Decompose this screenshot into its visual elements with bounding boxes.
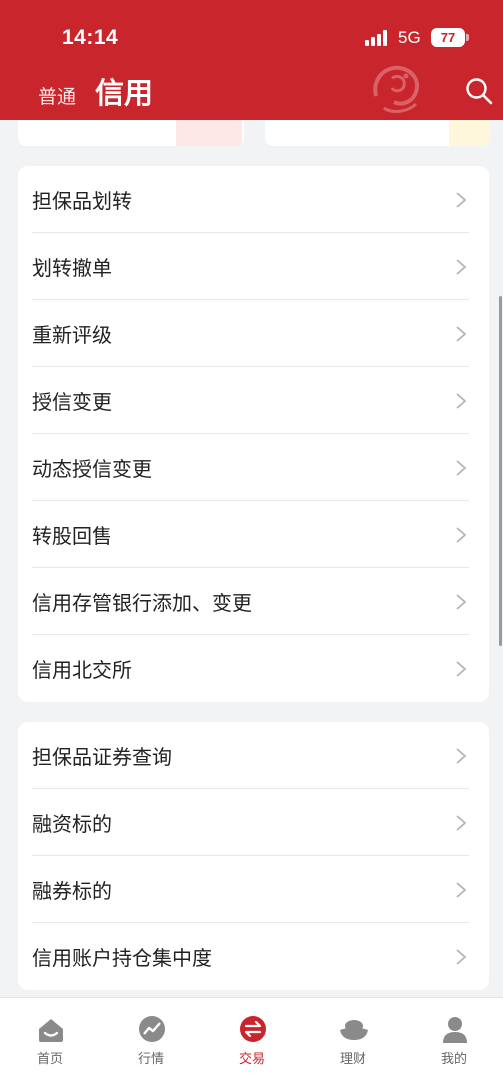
nav-trade[interactable]: 交易: [202, 998, 302, 1081]
chevron-right-icon: [456, 815, 467, 831]
chevron-right-icon: [456, 192, 467, 208]
chevron-right-icon: [456, 748, 467, 764]
menu-item-label: 融券标的: [32, 879, 112, 903]
nav-label: 行情: [137, 1052, 164, 1067]
signal-icon: [365, 30, 391, 46]
nav-wealth[interactable]: 理财: [303, 998, 403, 1081]
chevron-right-icon: [456, 594, 467, 610]
menu-item-label: 融资标的: [32, 812, 112, 836]
chevron-right-icon: [456, 527, 467, 543]
status-bar: 14:14 5G 77: [0, 0, 503, 62]
menu-item-label: 信用存管银行添加、变更: [32, 591, 252, 615]
menu-item-label: 授信变更: [32, 390, 112, 414]
search-icon[interactable]: [464, 76, 494, 106]
home-icon: [39, 1019, 63, 1042]
menu-item-label: 担保品证券查询: [32, 745, 172, 769]
scrollbar[interactable]: [499, 296, 502, 646]
menu-item-collateral-transfer[interactable]: 担保品划转: [18, 166, 489, 233]
menu-item-label: 划转撤单: [32, 256, 112, 280]
chevron-right-icon: [456, 882, 467, 898]
profile-icon: [443, 1017, 467, 1043]
menu-item-depository-bank[interactable]: 信用存管银行添加、变更: [18, 568, 489, 635]
menu-item-re-rating[interactable]: 重新评级: [18, 300, 489, 367]
status-time: 14:14: [62, 26, 119, 49]
nav-label: 交易: [238, 1052, 265, 1067]
menu-item-dynamic-credit-change[interactable]: 动态授信变更: [18, 434, 489, 501]
nav-home[interactable]: 首页: [0, 998, 100, 1081]
battery-cap: [466, 34, 469, 41]
network-type: 5G: [398, 28, 421, 47]
battery-icon: 77: [431, 28, 465, 47]
chevron-right-icon: [456, 661, 467, 677]
menu-item-collateral-query[interactable]: 担保品证券查询: [18, 722, 489, 789]
nav-market[interactable]: 行情: [101, 998, 201, 1081]
menu-item-label: 转股回售: [32, 524, 112, 548]
menu-item-credit-bse[interactable]: 信用北交所: [18, 635, 489, 702]
menu-item-label: 担保品划转: [32, 189, 132, 213]
menu-item-label: 信用北交所: [32, 658, 132, 682]
trade-exchange-icon: [240, 1016, 266, 1042]
dragon-logo-icon: [373, 65, 419, 113]
menu-item-credit-change[interactable]: 授信变更: [18, 367, 489, 434]
chevron-right-icon: [456, 460, 467, 476]
tab-credit[interactable]: 信用: [95, 70, 153, 112]
menu-item-conversion-putback[interactable]: 转股回售: [18, 501, 489, 568]
tab-normal[interactable]: 普通: [38, 82, 76, 109]
chevron-right-icon: [456, 326, 467, 342]
nav-label: 首页: [36, 1052, 63, 1067]
menu-item-label: 重新评级: [32, 323, 112, 347]
nav-label: 我的: [440, 1052, 467, 1067]
bottom-nav: 首页 行情 交易 理财 我的: [0, 997, 503, 1081]
credit-operations-card: 担保品划转 划转撤单 重新评级 授信变更 动态授信变更 转股回售 信用存管银行添…: [18, 166, 489, 702]
wealth-ingot-icon: [340, 1020, 368, 1040]
menu-item-transfer-cancel[interactable]: 划转撤单: [18, 233, 489, 300]
market-chart-icon: [139, 1016, 165, 1042]
menu-item-label: 信用账户持仓集中度: [32, 946, 212, 970]
menu-item-margin-financing-targets[interactable]: 融资标的: [18, 789, 489, 856]
menu-item-position-concentration[interactable]: 信用账户持仓集中度: [18, 923, 489, 990]
chevron-right-icon: [456, 259, 467, 275]
app-header: 14:14 5G 77 普通 信用: [0, 0, 503, 120]
nav-label: 理财: [339, 1052, 366, 1067]
chevron-right-icon: [456, 949, 467, 965]
menu-item-label: 动态授信变更: [32, 457, 152, 481]
credit-query-card: 担保品证券查询 融资标的 融券标的 信用账户持仓集中度: [18, 722, 489, 990]
nav-profile[interactable]: 我的: [404, 998, 503, 1081]
menu-item-short-selling-targets[interactable]: 融券标的: [18, 856, 489, 923]
chevron-right-icon: [456, 393, 467, 409]
